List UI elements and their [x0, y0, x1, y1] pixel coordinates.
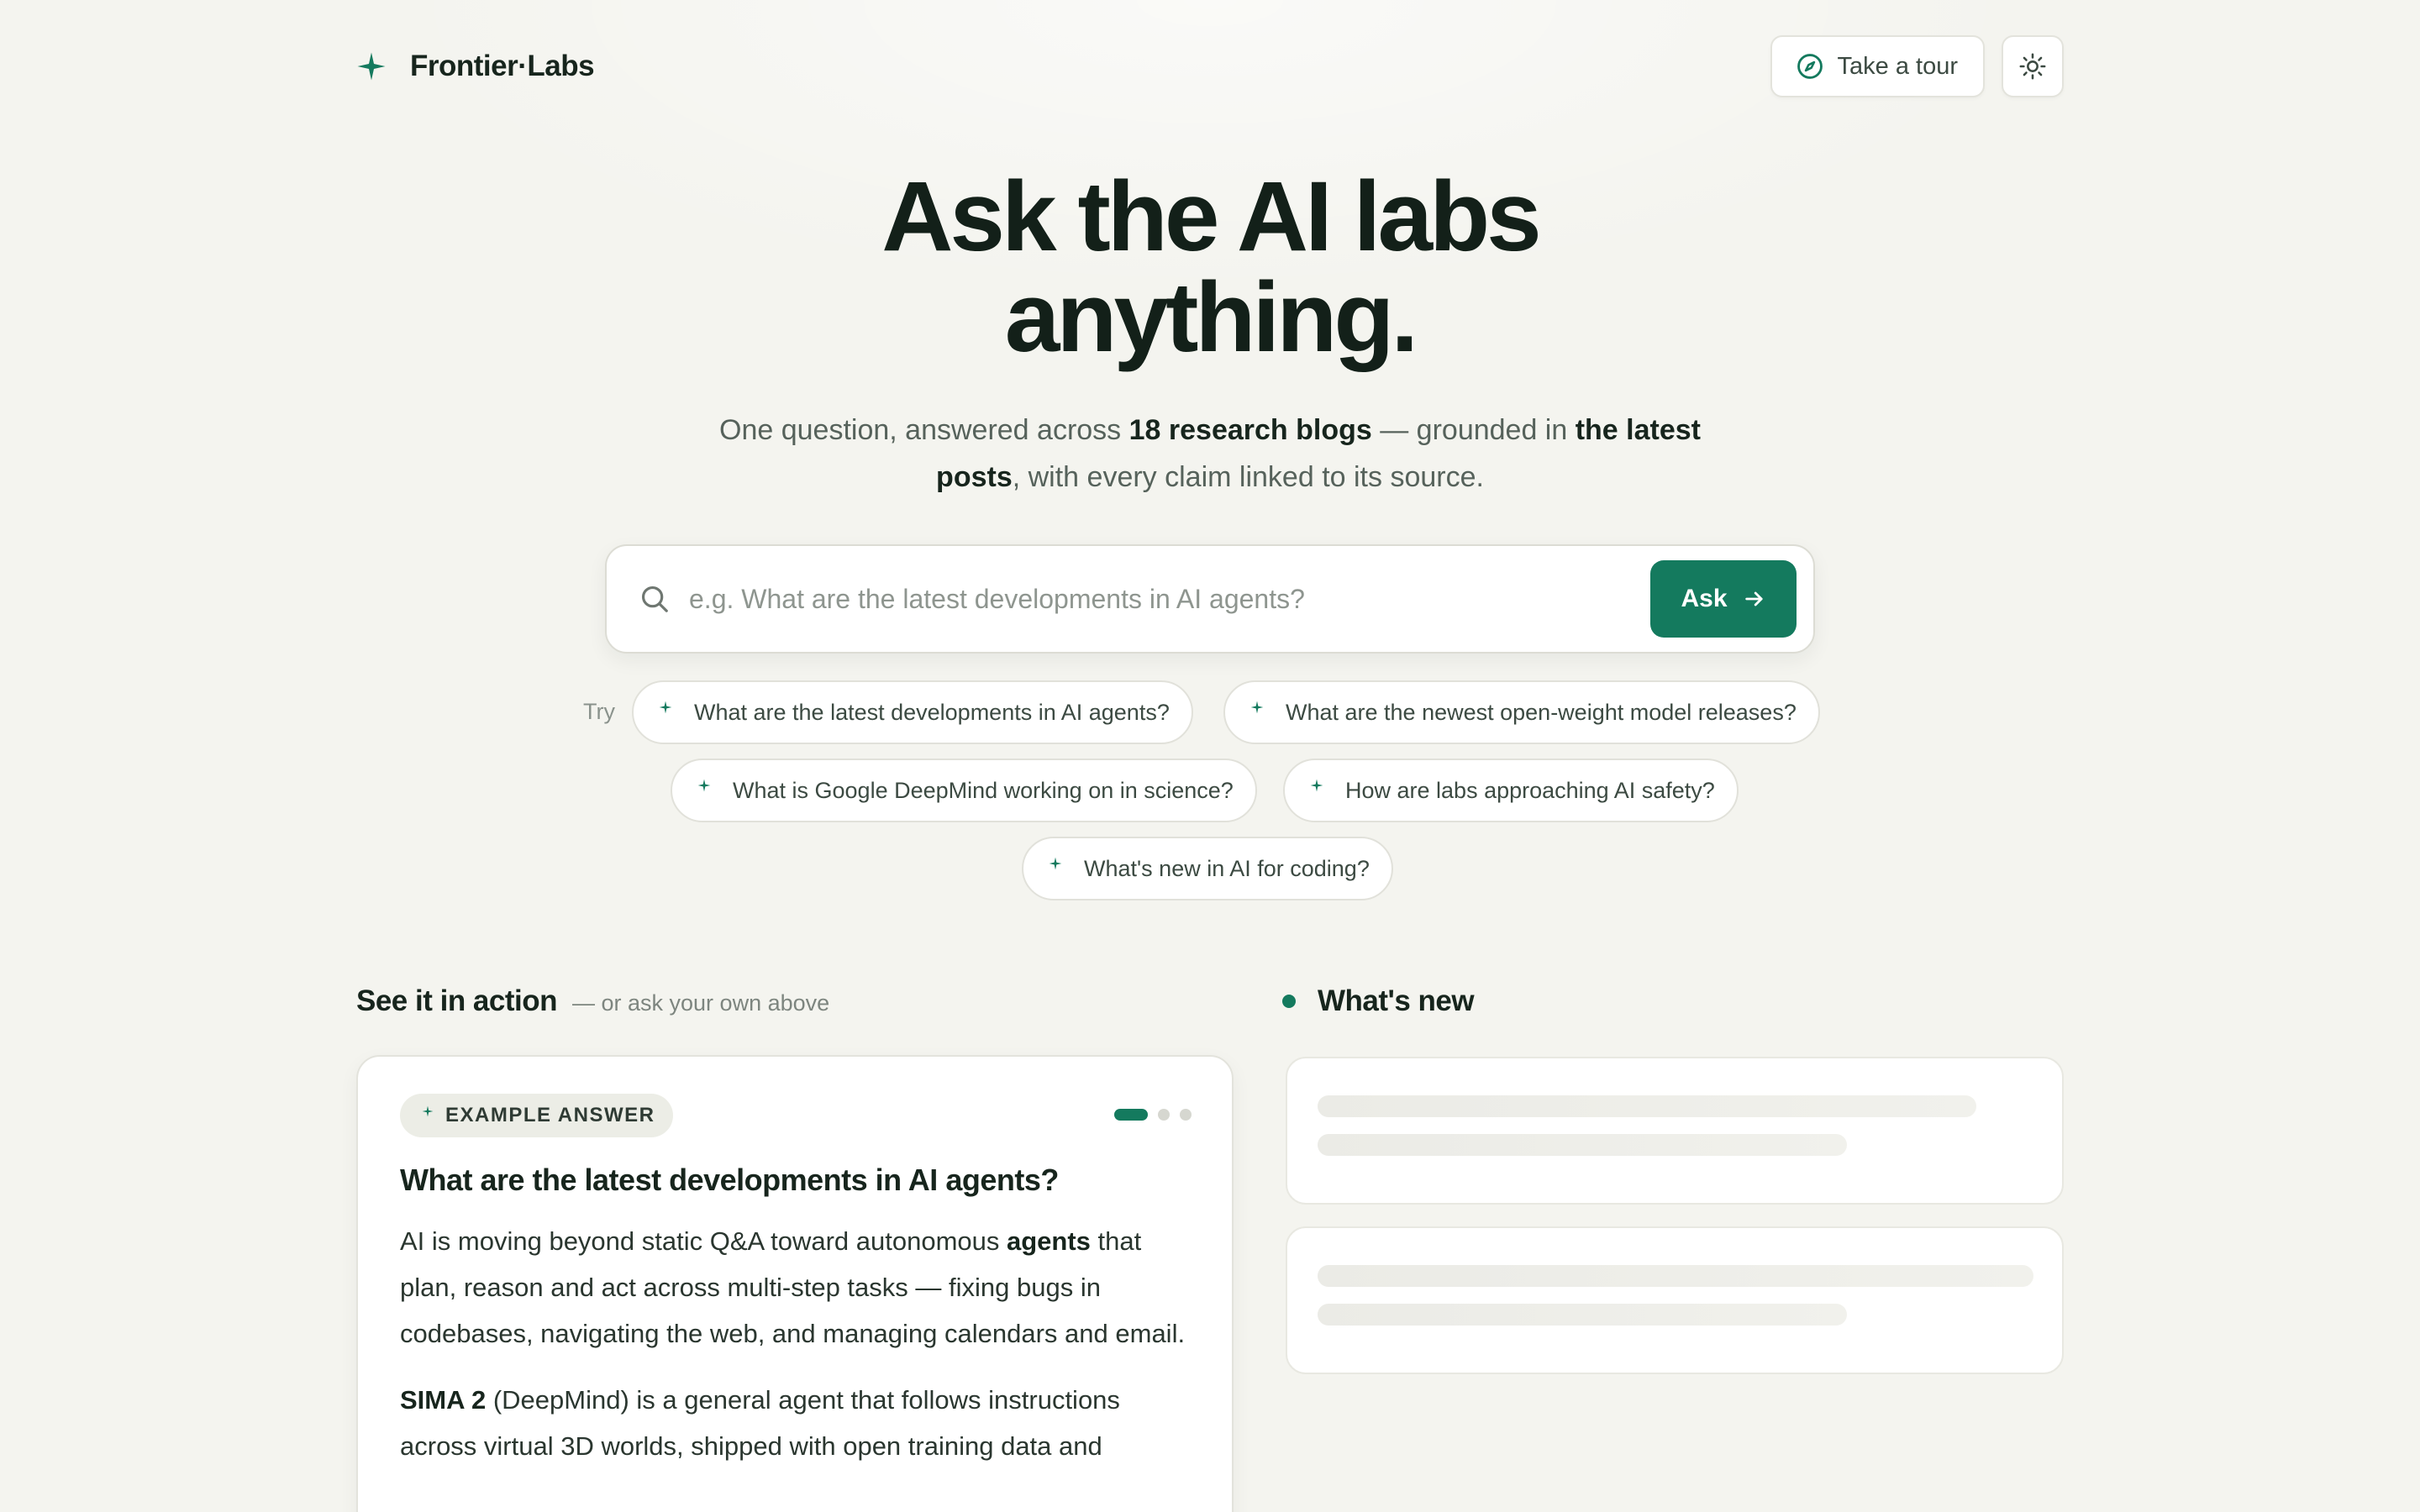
example-answer-badge: EXAMPLE ANSWER — [400, 1094, 674, 1137]
hero-subtitle: One question, answered across 18 researc… — [689, 407, 1731, 501]
news-card-skeleton — [1286, 1057, 2064, 1205]
suggestion-chip-label: What is Google DeepMind working on in sc… — [733, 777, 1234, 803]
top-bar: Frontier·Labs Take a tour — [356, 35, 2064, 97]
take-tour-button[interactable]: Take a tour — [1770, 35, 1985, 97]
take-tour-label: Take a tour — [1837, 52, 1958, 80]
search-input[interactable] — [689, 583, 1650, 615]
sparkle-icon — [697, 779, 711, 792]
example-answer-paragraph: AI is moving beyond static Q&A toward au… — [400, 1218, 1192, 1357]
badge-label: EXAMPLE ANSWER — [445, 1104, 655, 1126]
search-icon — [641, 585, 668, 612]
brand-name: Frontier·Labs — [410, 50, 595, 82]
suggestion-chip-label: How are labs approaching AI safety? — [1345, 777, 1715, 803]
top-actions: Take a tour — [1770, 35, 2064, 97]
suggestion-chip[interactable]: What are the latest developments in AI a… — [632, 680, 1193, 744]
suggestion-chip-label: What's new in AI for coding? — [1084, 855, 1370, 881]
live-dot-icon — [1282, 995, 1296, 1008]
carousel-dot[interactable] — [1158, 1109, 1170, 1121]
ask-button[interactable]: Ask — [1650, 560, 1797, 638]
brand[interactable]: Frontier·Labs — [356, 50, 595, 83]
suggestion-chip[interactable]: What is Google DeepMind working on in sc… — [671, 759, 1257, 822]
answer-emphasis: agents — [1007, 1226, 1091, 1256]
action-section-header: See it in action — or ask your own above — [356, 984, 829, 1018]
arrow-right-icon — [1744, 591, 1763, 606]
carousel-dots — [1114, 1109, 1192, 1121]
sparkle-icon — [357, 52, 386, 81]
suggestion-chip[interactable]: How are labs approaching AI safety? — [1283, 759, 1739, 822]
hero-sub-part: One question, answered across — [719, 414, 1129, 446]
hero-title-line-1: Ask the AI labs — [881, 161, 1542, 272]
action-section-note: — or ask your own above — [572, 990, 830, 1016]
answer-text: (DeepMind) is a general agent that follo… — [400, 1385, 1120, 1461]
carousel-dot[interactable] — [1180, 1109, 1192, 1121]
action-section-title: See it in action — [356, 984, 558, 1017]
skeleton-line — [1318, 1134, 1847, 1156]
skeleton-line — [1318, 1265, 2033, 1287]
sun-icon — [2019, 53, 2046, 80]
example-question: What are the latest developments in AI a… — [400, 1163, 1059, 1197]
suggestion-chip-label: What are the newest open-weight model re… — [1286, 699, 1797, 725]
sparkle-icon — [1310, 779, 1323, 792]
sparkle-icon — [659, 701, 672, 714]
carousel-dot-active[interactable] — [1114, 1109, 1148, 1121]
compass-icon — [1797, 54, 1823, 79]
answer-text: AI is moving beyond static Q&A toward au… — [400, 1226, 1007, 1256]
hero-sub-part: — grounded in — [1371, 414, 1576, 446]
suggestion-chip-label: What are the latest developments in AI a… — [694, 699, 1170, 725]
news-card-skeleton — [1286, 1226, 2064, 1374]
answer-emphasis: SIMA 2 — [400, 1385, 487, 1415]
skeleton-line — [1318, 1304, 1847, 1326]
search-bar: Ask — [605, 544, 1815, 654]
page: Frontier·Labs Take a tour Ask the AI lab… — [0, 0, 2420, 1512]
suggestion-chip[interactable]: What are the newest open-weight model re… — [1223, 680, 1820, 744]
sparkle-icon — [1250, 701, 1264, 714]
try-label: Try — [583, 699, 615, 724]
theme-toggle-button[interactable] — [2002, 35, 2064, 97]
whats-new-title: What's new — [1318, 984, 1475, 1017]
example-answer-paragraph: SIMA 2 (DeepMind) is a general agent tha… — [400, 1377, 1192, 1469]
hero-sub-emphasis: 18 research blogs — [1128, 414, 1372, 446]
hero-title: Ask the AI labs anything. — [0, 166, 2420, 368]
suggestion-chip[interactable]: What's new in AI for coding? — [1022, 837, 1393, 900]
sparkle-icon — [422, 1105, 434, 1117]
ask-button-label: Ask — [1681, 585, 1728, 612]
sparkle-icon — [1049, 857, 1062, 870]
hero-sub-part: , with every claim linked to its source. — [1012, 461, 1484, 493]
hero-title-line-2: anything. — [1004, 262, 1418, 373]
example-answer-card[interactable]: EXAMPLE ANSWER What are the latest devel… — [356, 1055, 1234, 1512]
whats-new-header: What's new — [1282, 984, 1475, 1018]
skeleton-line — [1318, 1095, 1976, 1117]
